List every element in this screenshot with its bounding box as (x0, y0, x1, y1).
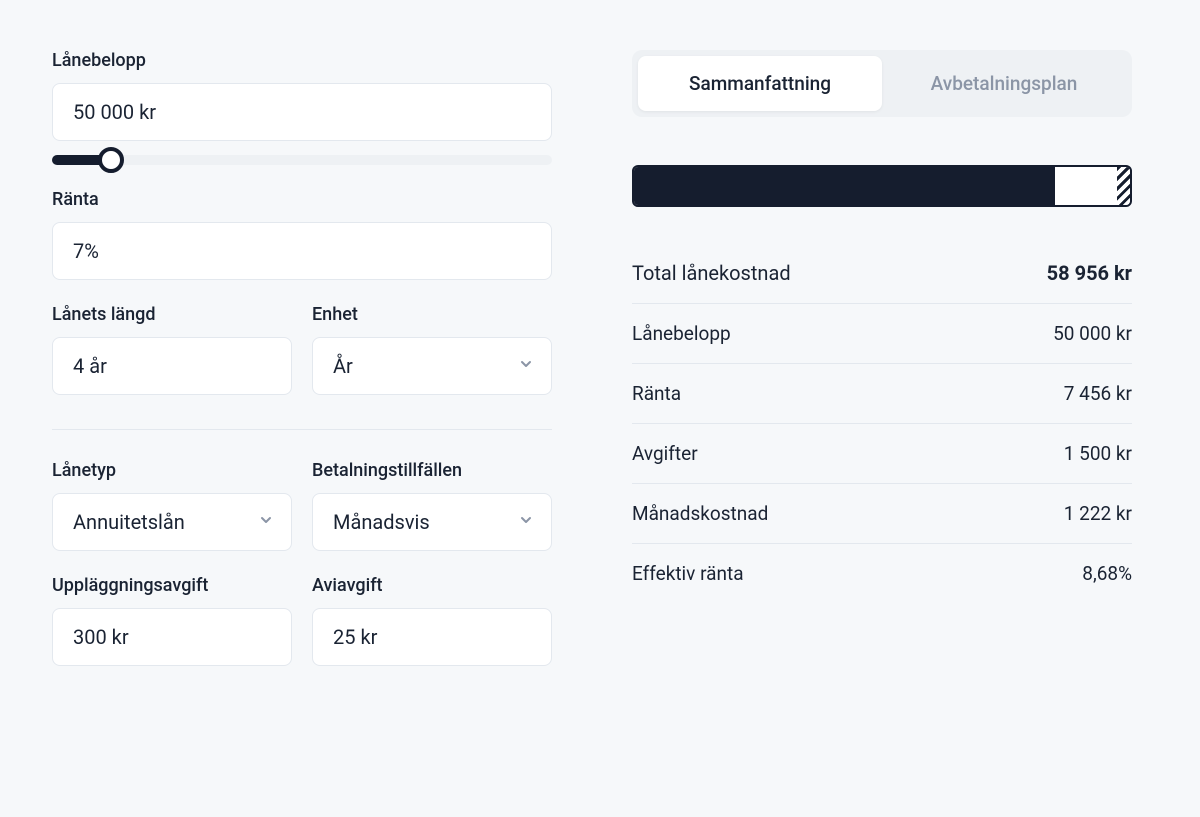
tab-summary[interactable]: Sammanfattning (638, 56, 882, 111)
pay-freq-select[interactable]: Månadsvis (312, 493, 552, 551)
length-field: Lånets längd (52, 304, 292, 395)
pay-freq-field: Betalningstillfällen Månadsvis (312, 460, 552, 551)
interest-input[interactable] (52, 222, 552, 280)
cost-bar-fees (1117, 167, 1130, 205)
notice-fee-label: Aviavgift (312, 575, 552, 596)
form-divider (52, 429, 552, 430)
amount-input[interactable] (52, 83, 552, 141)
tab-schedule[interactable]: Avbetalningsplan (882, 56, 1126, 111)
setup-fee-input[interactable] (52, 608, 292, 666)
cost-bar-interest (1055, 167, 1117, 205)
summary-amount-label: Lånebelopp (632, 322, 731, 345)
setup-fee-field: Uppläggningsavgift (52, 575, 292, 666)
summary-monthly-value: 1 222 kr (1064, 502, 1132, 525)
summary-total-row: Total lånekostnad 58 956 kr (632, 243, 1132, 304)
loan-type-select[interactable]: Annuitetslån (52, 493, 292, 551)
setup-fee-label: Uppläggningsavgift (52, 575, 292, 596)
summary-interest-row: Ränta 7 456 kr (632, 364, 1132, 424)
summary-apr-value: 8,68% (1082, 562, 1132, 585)
summary-apr-label: Effektiv ränta (632, 562, 744, 585)
notice-fee-input[interactable] (312, 608, 552, 666)
summary-fees-label: Avgifter (632, 442, 698, 465)
interest-field: Ränta (52, 189, 552, 280)
results-panel: Sammanfattning Avbetalningsplan Total lå… (632, 50, 1132, 690)
unit-select[interactable]: År (312, 337, 552, 395)
summary-fees-row: Avgifter 1 500 kr (632, 424, 1132, 484)
unit-label: Enhet (312, 304, 552, 325)
summary-amount-value: 50 000 kr (1053, 322, 1132, 345)
cost-bar-principal (634, 167, 1055, 205)
summary-apr-row: Effektiv ränta 8,68% (632, 544, 1132, 603)
amount-slider[interactable] (52, 155, 552, 165)
summary-total-label: Total lånekostnad (632, 261, 791, 285)
cost-bar (632, 165, 1132, 207)
amount-field: Lånebelopp (52, 50, 552, 165)
summary-monthly-row: Månadskostnad 1 222 kr (632, 484, 1132, 544)
pay-freq-label: Betalningstillfällen (312, 460, 552, 481)
notice-fee-field: Aviavgift (312, 575, 552, 666)
summary-fees-value: 1 500 kr (1064, 442, 1132, 465)
unit-field: Enhet År (312, 304, 552, 395)
length-input[interactable] (52, 337, 292, 395)
amount-label: Lånebelopp (52, 50, 552, 71)
loan-type-label: Lånetyp (52, 460, 292, 481)
loan-type-field: Lånetyp Annuitetslån (52, 460, 292, 551)
results-tabs: Sammanfattning Avbetalningsplan (632, 50, 1132, 117)
interest-label: Ränta (52, 189, 552, 210)
summary-interest-label: Ränta (632, 382, 681, 405)
amount-slider-thumb[interactable] (98, 147, 124, 173)
summary-total-value: 58 956 kr (1047, 261, 1132, 285)
length-label: Lånets längd (52, 304, 292, 325)
summary-monthly-label: Månadskostnad (632, 502, 768, 525)
summary-amount-row: Lånebelopp 50 000 kr (632, 304, 1132, 364)
loan-form: Lånebelopp Ränta Lånets längd Enhet År (52, 50, 552, 690)
summary-interest-value: 7 456 kr (1064, 382, 1132, 405)
